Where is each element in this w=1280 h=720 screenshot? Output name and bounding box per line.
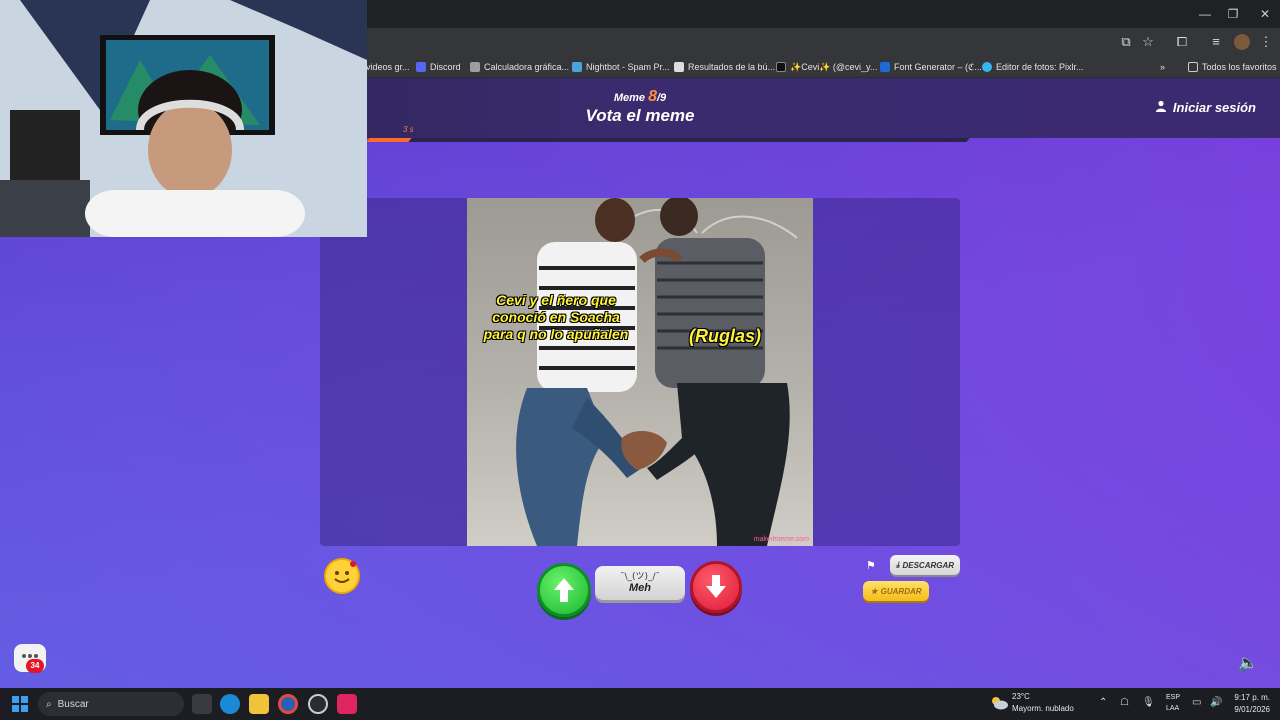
meme-image: Cevi y el ñero que conoció en Soacha par…	[467, 198, 813, 546]
task-view-icon[interactable]	[192, 694, 212, 714]
all-bookmarks-folder[interactable]: Todos los favoritos	[1188, 59, 1277, 75]
bookmark-item[interactable]: ✨Cevi✨ (@cevi_y...	[776, 59, 877, 75]
arrow-up-icon	[554, 578, 574, 602]
smiley-icon	[334, 561, 356, 583]
input-language[interactable]: ESP	[1166, 694, 1180, 701]
taskbar: ⌕ Buscar 23°C Mayorm. nublado ⌃ ☖ 🎙 ESP …	[0, 688, 1280, 720]
search-icon: ⌕	[46, 698, 52, 710]
bookmark-item[interactable]: Calculadora gráfica...	[470, 59, 569, 75]
media-controls-icon[interactable]: ≡	[1208, 34, 1224, 50]
edge-icon[interactable]	[220, 694, 240, 714]
tray-overflow-icon[interactable]: ⌃	[1099, 697, 1107, 708]
calculator-icon	[470, 62, 480, 72]
download-icon: ⤓	[895, 560, 900, 569]
shrug-face: ¯\_(ツ)_/¯	[619, 572, 661, 582]
search-results-icon	[674, 62, 684, 72]
timer-label: 3 s	[403, 125, 414, 134]
meh-button[interactable]: ¯\_(ツ)_/¯ Meh	[595, 566, 685, 600]
webcam-feed	[0, 0, 367, 237]
page-title: Vota el meme	[585, 106, 695, 125]
weather-temperature: 23°C	[1012, 692, 1030, 701]
weather-icon[interactable]	[990, 696, 1008, 710]
meme-panel: Cevi y el ñero que conoció en Soacha par…	[320, 198, 960, 546]
arrow-down-icon	[706, 575, 726, 598]
emoji-reaction-button[interactable]	[324, 558, 360, 594]
timer-fill	[366, 138, 412, 142]
taskbar-search[interactable]: ⌕ Buscar	[38, 692, 184, 716]
network-icon[interactable]: ☖	[1120, 697, 1129, 708]
meme-caption-left: Cevi y el ñero que conoció en Soacha par…	[483, 292, 629, 342]
input-layout[interactable]: LAA	[1166, 705, 1179, 712]
file-explorer-icon[interactable]	[249, 694, 269, 714]
bookmark-star-icon[interactable]: ☆	[1140, 34, 1156, 50]
install-app-icon[interactable]: ⧉	[1118, 34, 1134, 50]
obs-icon[interactable]	[308, 694, 328, 714]
discord-icon	[416, 62, 426, 72]
flag-icon[interactable]: ⚑	[866, 559, 876, 572]
bookmark-item[interactable]: Discord	[416, 59, 461, 75]
close-icon[interactable]: ✕	[1250, 4, 1280, 24]
nightbot-icon	[572, 62, 582, 72]
speaker-icon[interactable]: 🔈	[1238, 653, 1258, 673]
tiktok-live-icon[interactable]	[337, 694, 357, 714]
meh-label: Meh	[629, 582, 651, 594]
menu-dots-icon[interactable]: ⋮	[1258, 34, 1274, 50]
bookmark-item[interactable]: Nightbot - Spam Pr...	[572, 59, 670, 75]
chrome-icon[interactable]	[278, 694, 298, 714]
clock-time[interactable]: 9:17 p. m.	[1232, 693, 1270, 702]
webcam-overlay	[0, 0, 367, 237]
meme-counter: Meme 8/9	[613, 88, 667, 105]
star-icon: ★	[870, 586, 878, 596]
download-button[interactable]: ⤓ DESCARGAR	[890, 555, 960, 575]
meme-watermark: makeitmeme.com	[753, 536, 809, 543]
save-button[interactable]: ★ GUARDAR	[863, 581, 929, 601]
user-icon	[1155, 100, 1167, 115]
meme-photo	[467, 198, 813, 546]
upvote-button[interactable]	[537, 563, 591, 617]
restore-icon[interactable]: ❐	[1218, 4, 1248, 24]
display-icon[interactable]: ▭	[1192, 697, 1201, 708]
chat-count-badge: 34	[26, 659, 44, 673]
bookmark-item[interactable]: videos gr...	[366, 59, 410, 75]
tiktok-icon	[776, 62, 786, 72]
meme-caption-right: (Ruglas)	[689, 326, 761, 346]
bookmark-item[interactable]: Editor de fotos: Pixlr...	[982, 59, 1084, 75]
font-generator-icon	[880, 62, 890, 72]
bookmark-item[interactable]: Resultados de la bú...	[674, 59, 775, 75]
weather-description: Mayorm. nublado	[1012, 704, 1074, 713]
timer-bar	[366, 138, 970, 142]
folder-icon	[1188, 62, 1198, 72]
pixlr-icon	[982, 62, 992, 72]
minimize-icon[interactable]: —	[1190, 4, 1220, 24]
volume-icon[interactable]: 🔊	[1210, 697, 1222, 708]
bookmark-item[interactable]: Font Generator – (ℭ...	[880, 59, 982, 75]
downvote-button[interactable]	[690, 561, 742, 613]
extensions-icon[interactable]: ⧠	[1174, 34, 1190, 50]
profile-avatar-icon[interactable]	[1234, 34, 1250, 50]
microphone-icon[interactable]: 🎙	[1142, 697, 1155, 708]
windows-start-icon[interactable]	[12, 696, 28, 712]
login-button[interactable]: Iniciar sesión	[1155, 100, 1256, 115]
bookmarks-overflow-icon[interactable]: »	[1160, 59, 1165, 75]
clock-date[interactable]: 9/01/2026	[1226, 705, 1270, 714]
